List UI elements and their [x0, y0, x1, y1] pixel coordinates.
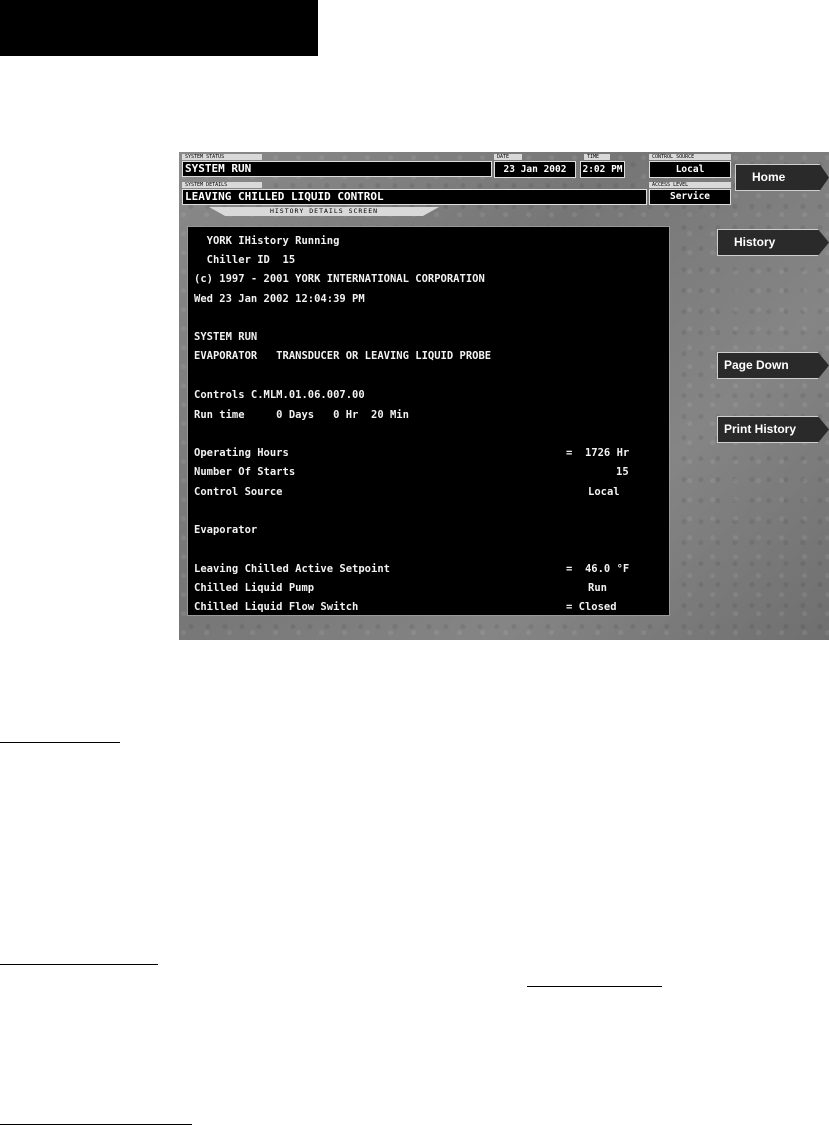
history-report-display[interactable]: YORK IHistory Running Chiller ID 15 (c) …	[187, 226, 670, 616]
heading-underline	[0, 964, 158, 965]
report-line: Chilled Liquid Pump	[194, 582, 315, 594]
report-line: Controls C.MLM.01.06.007.00	[194, 389, 365, 401]
date-caption: DATE	[494, 154, 522, 160]
pump-status-value: Run	[588, 582, 607, 594]
page-header-tab	[0, 0, 318, 56]
system-details-field: LEAVING CHILLED LIQUID CONTROL	[182, 189, 647, 205]
report-line: Chiller ID 15	[194, 254, 296, 266]
date-field: 23 Jan 2002	[494, 161, 576, 178]
report-line: Leaving Chilled Active Setpoint	[194, 563, 390, 575]
setpoint-value: = 46.0 °F	[566, 563, 630, 575]
heading-underline	[527, 986, 662, 987]
report-line: (c) 1997 - 2001 YORK INTERNATIONAL CORPO…	[194, 273, 485, 285]
control-source-field: Local	[649, 161, 731, 178]
flow-switch-value: = Closed	[566, 601, 617, 613]
system-details-caption: SYSTEM DETAILS	[182, 182, 262, 188]
time-caption: TIME	[584, 154, 610, 160]
system-status-caption: SYSTEM STATUS	[182, 154, 262, 160]
screen-name-tab: HISTORY DETAILS SCREEN	[209, 207, 439, 216]
report-line: Wed 23 Jan 2002 12:04:39 PM	[194, 293, 365, 305]
history-details-screen: SYSTEM STATUS SYSTEM RUN SYSTEM DETAILS …	[179, 152, 829, 640]
page-down-button[interactable]: Page Down	[717, 352, 829, 379]
system-status-field: SYSTEM RUN	[182, 161, 492, 177]
report-line: Operating Hours	[194, 447, 289, 459]
heading-underline	[0, 742, 120, 743]
report-line: Run time 0 Days 0 Hr 20 Min	[194, 409, 409, 421]
report-line: Evaporator	[194, 524, 258, 536]
time-field: 2:02 PM	[580, 161, 625, 178]
report-line: Number Of Starts	[194, 466, 296, 478]
print-history-button[interactable]: Print History	[717, 416, 829, 443]
control-source-caption: CONTROL SOURCE	[649, 154, 731, 160]
number-of-starts-value: 15	[616, 466, 629, 478]
report-line: SYSTEM RUN	[194, 331, 258, 343]
report-line: EVAPORATOR TRANSDUCER OR LEAVING LIQUID …	[194, 350, 492, 362]
home-button[interactable]: Home	[735, 164, 829, 191]
history-button[interactable]: History	[717, 229, 829, 256]
operating-hours-value: = 1726 Hr	[566, 447, 630, 459]
access-level-field: Service	[649, 189, 731, 205]
report-line: Control Source	[194, 486, 283, 498]
control-source-value: Local	[588, 486, 620, 498]
report-line: YORK IHistory Running	[194, 235, 340, 247]
access-level-caption: ACCESS LEVEL	[649, 182, 731, 188]
report-line: Chilled Liquid Flow Switch	[194, 601, 359, 613]
